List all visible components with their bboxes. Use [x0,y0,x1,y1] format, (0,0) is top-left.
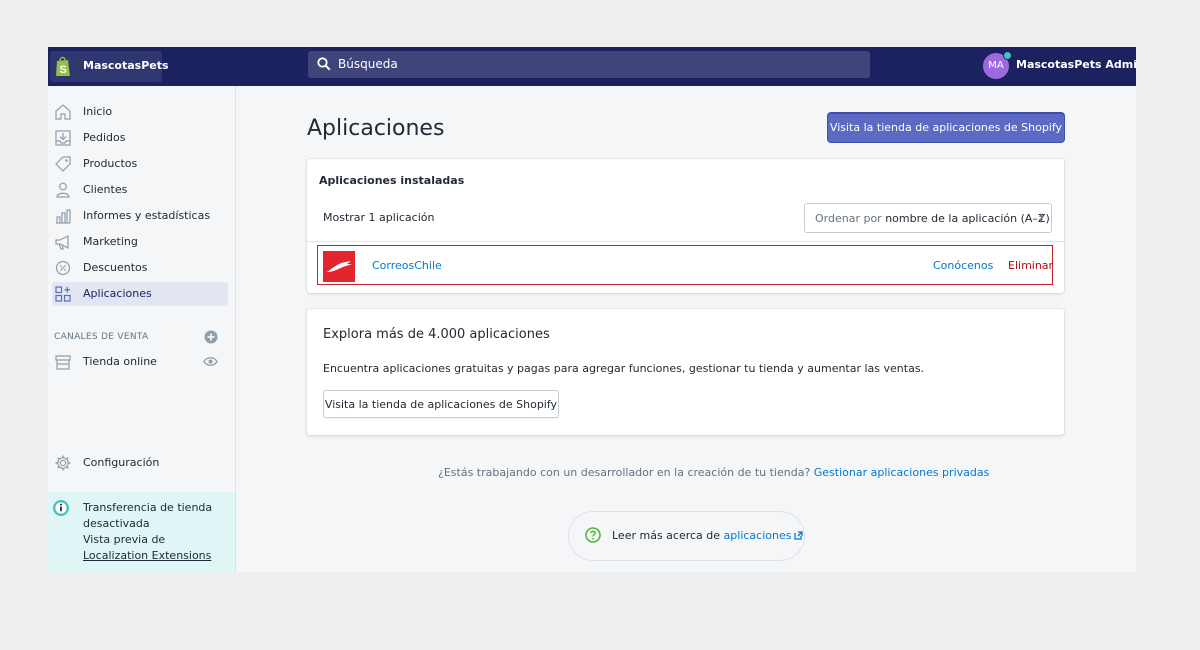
sort-value: nombre de la aplicación (A–Z) [885,212,1050,225]
store-transfer-notice: Transferencia de tienda desactivada Vist… [48,492,235,572]
help-icon [585,527,601,543]
manage-private-apps-link[interactable]: Gestionar aplicaciones privadas [814,466,990,479]
shopify-bag-icon: S [56,56,70,76]
sidebar-item-pedidos[interactable]: Pedidos [52,126,228,150]
learn-more-prefix: Leer más acerca de [612,529,724,542]
transfer-preview: Vista previa de Localization Extensions [83,533,212,562]
search-icon [317,57,331,71]
external-link-icon [794,531,804,540]
sidebar-item-label: Descuentos [83,261,148,274]
info-icon [53,500,69,516]
explore-title: Explora más de 4.000 aplicaciones [323,327,550,342]
admin-window: S MascotasPets Búsqueda MA MascotasPets … [48,47,1136,572]
store-switcher[interactable]: S MascotasPets [50,51,169,82]
sidebar-item-tienda-online[interactable]: Tienda online [52,350,228,374]
app-count: Mostrar 1 aplicación [323,211,435,224]
transfer-status: Transferencia de tienda desactivada [83,501,213,530]
megaphone-icon [55,235,69,250]
eye-icon[interactable] [203,356,218,367]
notification-dot [1003,51,1012,60]
select-arrows-icon: ▴ ▾ [1038,210,1043,225]
sidebar-item-label: Inicio [83,105,113,118]
sidebar-item-clientes[interactable]: Clientes [52,178,228,202]
visit-app-store-button[interactable]: Visita la tienda de aplicaciones de Shop… [828,113,1064,142]
private-apps-question: ¿Estás trabajando con un desarrollador e… [438,466,814,479]
sidebar-item-label: Marketing [83,235,138,248]
sidebar-item-configuracion[interactable]: Configuración [52,451,228,475]
sidebar-item-label: Informes y estadísticas [83,209,211,222]
store-icon [55,355,71,370]
divider [307,241,1064,242]
private-apps-line: ¿Estás trabajando con un desarrollador e… [438,466,989,479]
visit-app-store-secondary-button[interactable]: Visita la tienda de aplicaciones de Shop… [323,390,559,418]
learn-more-callout: Leer más acerca de aplicaciones [568,511,805,561]
search-placeholder: Búsqueda [338,57,398,71]
top-bar: S MascotasPets Búsqueda MA MascotasPets … [48,47,1136,86]
correoschile-logo-icon [323,251,355,282]
orders-icon [55,130,71,146]
sidebar: Inicio Pedidos Productos Clientes Inform… [48,86,236,572]
person-icon [56,182,70,198]
sidebar-item-aplicaciones[interactable]: Aplicaciones [52,282,228,306]
store-name: MascotasPets [83,59,169,72]
sidebar-item-marketing[interactable]: Marketing [52,230,228,254]
sales-channels-title: CANALES DE VENTA [54,332,149,342]
installed-apps-heading: Aplicaciones instaladas [319,174,465,187]
sort-select[interactable]: Ordenar por nombre de la aplicación (A–Z… [804,203,1052,233]
app-row: CorreosChile Conócenos Eliminar [317,245,1053,285]
learn-more-link[interactable]: aplicaciones [724,529,792,542]
sidebar-item-inicio[interactable]: Inicio [52,100,228,124]
svg-text:S: S [60,64,67,76]
home-icon [55,104,71,120]
sidebar-item-label: Configuración [83,456,160,469]
gear-icon [55,455,71,471]
sort-prefix: Ordenar por [815,212,886,225]
localization-extensions-link[interactable]: Localization Extensions [83,549,211,562]
account-name[interactable]: MascotasPets Admin [1016,58,1136,71]
app-info-link[interactable]: Conócenos [933,259,993,272]
apps-icon [55,286,71,302]
sidebar-item-descuentos[interactable]: Descuentos [52,256,228,280]
installed-apps-card: Aplicaciones instaladas Mostrar 1 aplica… [307,159,1064,293]
sidebar-item-label: Productos [83,157,138,170]
page-title: Aplicaciones [307,116,445,141]
sidebar-item-informes[interactable]: Informes y estadísticas [52,204,228,228]
tag-icon [55,156,71,172]
discount-icon [55,260,71,276]
explore-apps-card: Explora más de 4.000 aplicaciones Encuen… [307,309,1064,435]
sidebar-item-label: Tienda online [83,355,157,368]
transfer-text: Transferencia de tienda desactivada Vist… [83,500,233,564]
add-channel-icon[interactable] [204,330,218,344]
sidebar-item-productos[interactable]: Productos [52,152,228,176]
bar-chart-icon [56,209,71,224]
search-input[interactable]: Búsqueda [308,51,870,78]
sidebar-item-label: Aplicaciones [83,287,152,300]
explore-description: Encuentra aplicaciones gratuitas y pagas… [323,362,925,375]
app-name-link[interactable]: CorreosChile [372,259,442,272]
sidebar-item-label: Clientes [83,183,128,196]
app-delete-link[interactable]: Eliminar [1008,259,1053,272]
sidebar-item-label: Pedidos [83,131,126,144]
